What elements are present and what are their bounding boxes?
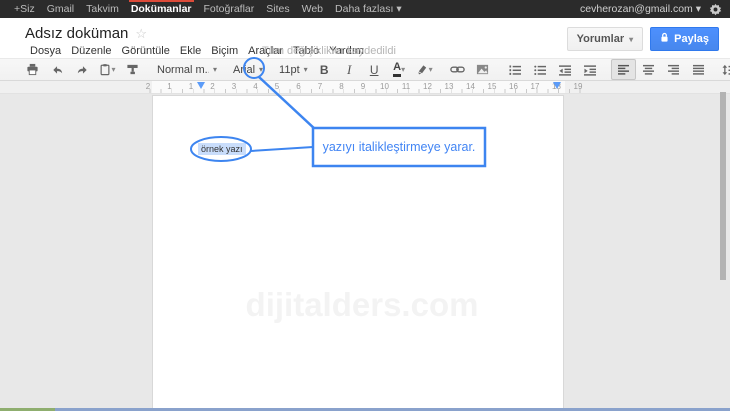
topbar-nav: +Siz Gmail Takvim Dokümanlar Fotoğraflar…	[0, 0, 408, 18]
chevron-down-icon: ▾	[629, 35, 633, 44]
underline-button[interactable]: U	[362, 59, 387, 80]
ruler-label: 1	[167, 82, 171, 91]
ruler-label: 2	[146, 82, 150, 91]
ruler-label: 15	[488, 82, 497, 91]
topbar-item[interactable]: Takvim	[80, 0, 125, 18]
ruler: 2112345678910111213141516171819	[0, 81, 730, 94]
account-menu[interactable]: cevherozan@gmail.com ▾	[580, 3, 701, 15]
ruler-label: 7	[318, 82, 322, 91]
callout-text-top: yazıyı italikleştirmeye yarar.	[313, 128, 485, 166]
ruler-label: 19	[574, 82, 583, 91]
numbered-list-button[interactable]	[503, 59, 528, 80]
save-status: Tüm değişiklikler kaydedildi	[262, 45, 396, 57]
gear-icon[interactable]	[709, 3, 722, 16]
align-left-button[interactable]	[611, 59, 636, 80]
ruler-label: 13	[445, 82, 454, 91]
ruler-label: 3	[232, 82, 236, 91]
line-spacing-button[interactable]: ▾	[719, 59, 730, 80]
document-sample-text[interactable]: örnek yazı	[198, 143, 246, 155]
share-button[interactable]: Paylaş	[650, 27, 719, 51]
styles-dropdown[interactable]: Normal m... ▾	[153, 60, 221, 79]
save-status-row: Tüm değişiklikler kaydedildi	[262, 45, 396, 57]
watermark: dijitalders.com	[227, 286, 497, 324]
ruler-label: 1	[189, 82, 193, 91]
align-center-button[interactable]	[636, 59, 661, 80]
paint-format-button[interactable]	[120, 59, 145, 80]
insert-link-button[interactable]	[445, 59, 470, 80]
menu-item[interactable]: Görüntüle	[117, 45, 175, 57]
align-right-button[interactable]	[661, 59, 686, 80]
font-dropdown[interactable]: Arial ▾	[229, 60, 267, 79]
italic-button[interactable]: I	[337, 59, 362, 80]
chevron-down-icon: ▾	[213, 65, 217, 74]
menu-item[interactable]: Dosya	[25, 45, 66, 57]
ruler-label: 12	[423, 82, 432, 91]
lock-icon	[660, 32, 669, 46]
ruler-label: 8	[339, 82, 343, 91]
star-icon[interactable]: ☆	[135, 27, 147, 40]
text-color-button[interactable]: A▾	[387, 59, 412, 80]
menu-item[interactable]: Ekle	[175, 45, 206, 57]
redo-button[interactable]	[70, 59, 95, 80]
ruler-label: 16	[509, 82, 518, 91]
topbar-item[interactable]: +Siz	[8, 0, 41, 18]
ruler-label: 4	[253, 82, 257, 91]
comments-button[interactable]: Yorumlar▾	[567, 27, 644, 51]
vertical-scrollbar[interactable]	[720, 92, 726, 280]
ruler-label: 6	[296, 82, 300, 91]
font-size-dropdown[interactable]: 11pt ▾	[275, 60, 312, 79]
ruler-label: 5	[275, 82, 279, 91]
chevron-down-icon: ▾	[304, 65, 308, 74]
google-docs-window: +Siz Gmail Takvim Dokümanlar Fotoğraflar…	[0, 0, 730, 411]
chevron-down-icon: ▾	[259, 65, 263, 74]
ruler-label: 17	[531, 82, 540, 91]
chevron-down-icon: ▾	[111, 65, 115, 74]
web-clipboard-button[interactable]: ▾	[95, 59, 120, 80]
google-topbar: +Siz Gmail Takvim Dokümanlar Fotoğraflar…	[0, 0, 730, 18]
ruler-label: 9	[361, 82, 365, 91]
ruler-label: 2	[210, 82, 214, 91]
print-button[interactable]	[20, 59, 45, 80]
ruler-label: 14	[466, 82, 475, 91]
doc-title[interactable]: Adsız doküman	[25, 25, 128, 42]
topbar-item[interactable]: Gmail	[41, 0, 80, 18]
increase-indent-button[interactable]	[578, 59, 603, 80]
topbar-item[interactable]: Dokümanlar	[125, 0, 198, 18]
undo-button[interactable]	[45, 59, 70, 80]
justify-button[interactable]	[686, 59, 711, 80]
bulleted-list-button[interactable]	[528, 59, 553, 80]
topbar-item[interactable]: Sites	[260, 0, 295, 18]
topbar-item[interactable]: Fotoğraflar	[198, 0, 261, 18]
left-margin-marker[interactable]	[197, 82, 205, 89]
insert-image-button[interactable]	[470, 59, 495, 80]
menu-item[interactable]: Düzenle	[66, 45, 116, 57]
bold-button[interactable]: B	[312, 59, 337, 80]
chevron-down-icon: ▾	[401, 65, 405, 74]
chevron-down-icon: ▾	[429, 65, 433, 74]
edit-toolbar: ▾ Normal m... ▾ Arial ▾ 11pt ▾ B I U A▾ …	[0, 58, 730, 81]
menu-item[interactable]: Biçim	[206, 45, 243, 57]
doc-header: Adsız doküman ☆ Dosya Düzenle Görüntüle …	[0, 18, 730, 58]
topbar-item[interactable]: Daha fazlası ▾	[329, 0, 408, 18]
topbar-item[interactable]: Web	[296, 0, 329, 18]
ruler-label: 11	[402, 82, 410, 91]
decrease-indent-button[interactable]	[553, 59, 578, 80]
ruler-label: 10	[380, 82, 389, 91]
right-margin-marker[interactable]	[553, 82, 561, 89]
highlight-color-button[interactable]: ▾	[412, 59, 437, 80]
